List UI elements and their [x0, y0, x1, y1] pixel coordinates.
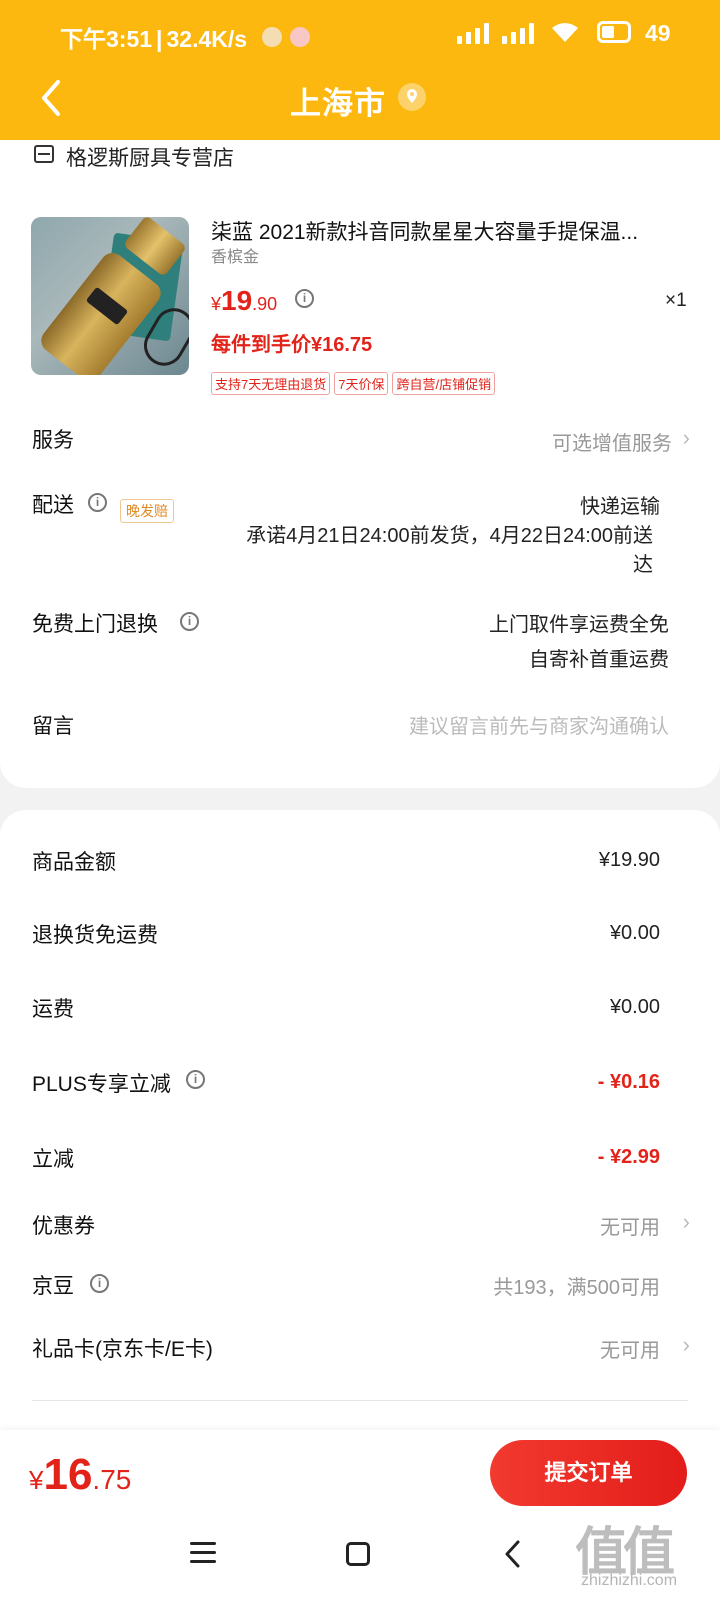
delivery-label: 配送 [32, 494, 74, 517]
shipping-amount: ¥0.00 [609, 996, 660, 1018]
product-quantity: ×1 [665, 290, 687, 311]
jingdou-value: 共193，满500可用 [493, 1277, 660, 1299]
late-delivery-tag: 晚发赔 [120, 499, 174, 523]
battery-icon [597, 21, 631, 43]
divider [32, 1400, 688, 1401]
status-bar: 下午3:51 | 32.4K/s 49 [0, 0, 720, 70]
return-line-2: 自寄补首重运费 [529, 649, 669, 671]
delivery-method[interactable]: 快递运输 [580, 490, 660, 519]
jingdou-info-icon[interactable]: i [90, 1274, 109, 1293]
plus-discount-amount: - ¥0.16 [597, 1071, 660, 1093]
location-icon[interactable] [397, 82, 427, 112]
page-title[interactable]: 上海市 [0, 78, 720, 123]
submit-order-button[interactable]: 提交订单 [490, 1440, 687, 1506]
jingdou-label: 京豆 [32, 1275, 74, 1298]
product-spec: 香槟金 [211, 249, 260, 266]
product-price: ¥19.90 [211, 285, 278, 316]
home-icon[interactable] [346, 1542, 370, 1566]
giftcard-chevron-icon[interactable]: › [683, 1332, 690, 1358]
discount-amount: - ¥2.99 [597, 1146, 660, 1168]
discount-label: 立减 [32, 1148, 74, 1171]
coupon-label: 优惠券 [32, 1215, 95, 1238]
coupon-chevron-icon[interactable]: › [683, 1209, 690, 1235]
menu-icon[interactable] [190, 1542, 216, 1564]
plus-info-icon[interactable]: i [186, 1070, 205, 1089]
service-value[interactable]: 可选增值服务 [552, 427, 672, 456]
tag-price-protect: 7天价保 [334, 372, 389, 395]
service-tags: 支持7天无理由退货 7天价保 跨自营/店铺促销 [211, 372, 499, 395]
delivery-info-icon[interactable]: i [88, 493, 107, 512]
signal-icon-2 [502, 22, 536, 44]
giftcard-value[interactable]: 无可用 [600, 1334, 660, 1363]
service-label: 服务 [32, 429, 74, 452]
goods-amount: ¥19.90 [598, 849, 660, 871]
message-input[interactable]: 建议留言前先与商家沟通确认 [409, 710, 669, 739]
wifi-icon [552, 23, 578, 42]
return-info-icon[interactable]: i [180, 612, 199, 631]
return-shipping-amount: ¥0.00 [609, 922, 660, 944]
plus-discount-label: PLUS专享立减 [32, 1073, 171, 1096]
return-shipping-label: 退换货免运费 [32, 924, 158, 947]
signal-icon [457, 22, 491, 44]
chevron-right-icon[interactable]: › [683, 425, 690, 451]
tag-return: 支持7天无理由退货 [211, 372, 331, 395]
notification-icons [262, 22, 318, 49]
message-label: 留言 [32, 715, 74, 738]
watermark: 值值值 zhizhizhi.com [575, 1510, 715, 1600]
battery-percent: 49 [645, 20, 671, 46]
shipping-label: 运费 [32, 998, 74, 1021]
watermark-text: zhizhizhi.com [581, 1572, 678, 1589]
goods-amount-label: 商品金额 [32, 851, 116, 874]
total-price: ¥16.75 [29, 1450, 132, 1499]
final-price: 每件到手价¥16.75 [211, 334, 373, 356]
shop-name: 格逻斯厨具专营店 [66, 147, 234, 170]
return-line-1: 上门取件享运费全免 [489, 614, 669, 636]
nav-back-icon[interactable] [502, 1540, 524, 1568]
product-title[interactable]: 柒蓝 2021新款抖音同款星星大容量手提保温... [211, 216, 681, 246]
price-info-icon[interactable]: i [295, 289, 314, 308]
return-label: 免费上门退换 [32, 613, 158, 636]
coupon-value[interactable]: 无可用 [600, 1211, 660, 1240]
product-image[interactable] [31, 217, 189, 375]
shop-icon [34, 145, 54, 163]
giftcard-label: 礼品卡(京东卡/E卡) [32, 1338, 213, 1361]
tag-promo: 跨自营/店铺促销 [392, 372, 496, 395]
delivery-promise-cont: 达 [633, 554, 653, 576]
delivery-promise: 承诺4月21日24:00前发货，4月22日24:00前送 [246, 525, 653, 547]
status-time: 下午3:51 | 32.4K/s [60, 26, 248, 52]
